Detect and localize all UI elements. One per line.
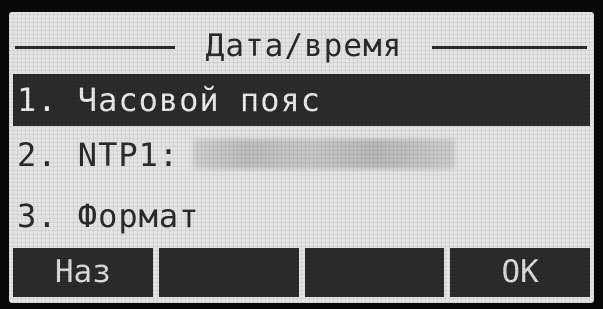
- lcd-screen: Дата/время 1. Часовой пояс 2. NTP1: 3. Ф…: [9, 12, 594, 303]
- screen-header: Дата/время: [9, 26, 594, 66]
- ok-softkey[interactable]: OK: [450, 248, 590, 297]
- menu-item-format[interactable]: 3. Формат: [13, 190, 590, 242]
- menu-item-label: 1. Часовой пояс: [17, 81, 321, 119]
- menu-item-timezone[interactable]: 1. Часовой пояс: [13, 74, 590, 126]
- screen-title: Дата/время: [205, 28, 403, 64]
- softkey-3[interactable]: [304, 248, 445, 297]
- menu-item-label: 2. NTP1:: [17, 136, 180, 174]
- softkey-2[interactable]: [158, 248, 299, 297]
- back-softkey[interactable]: Наз: [13, 248, 153, 297]
- softkey-bar: Наз OK: [13, 248, 590, 297]
- menu-item-ntp1[interactable]: 2. NTP1:: [13, 129, 590, 181]
- menu-item-label: 3. Формат: [17, 197, 200, 235]
- phone-bezel: Дата/время 1. Часовой пояс 2. NTP1: 3. Ф…: [0, 0, 603, 309]
- ntp-server-value-redacted: [193, 139, 456, 169]
- header-divider-left: [15, 46, 175, 49]
- header-divider-right: [432, 46, 587, 49]
